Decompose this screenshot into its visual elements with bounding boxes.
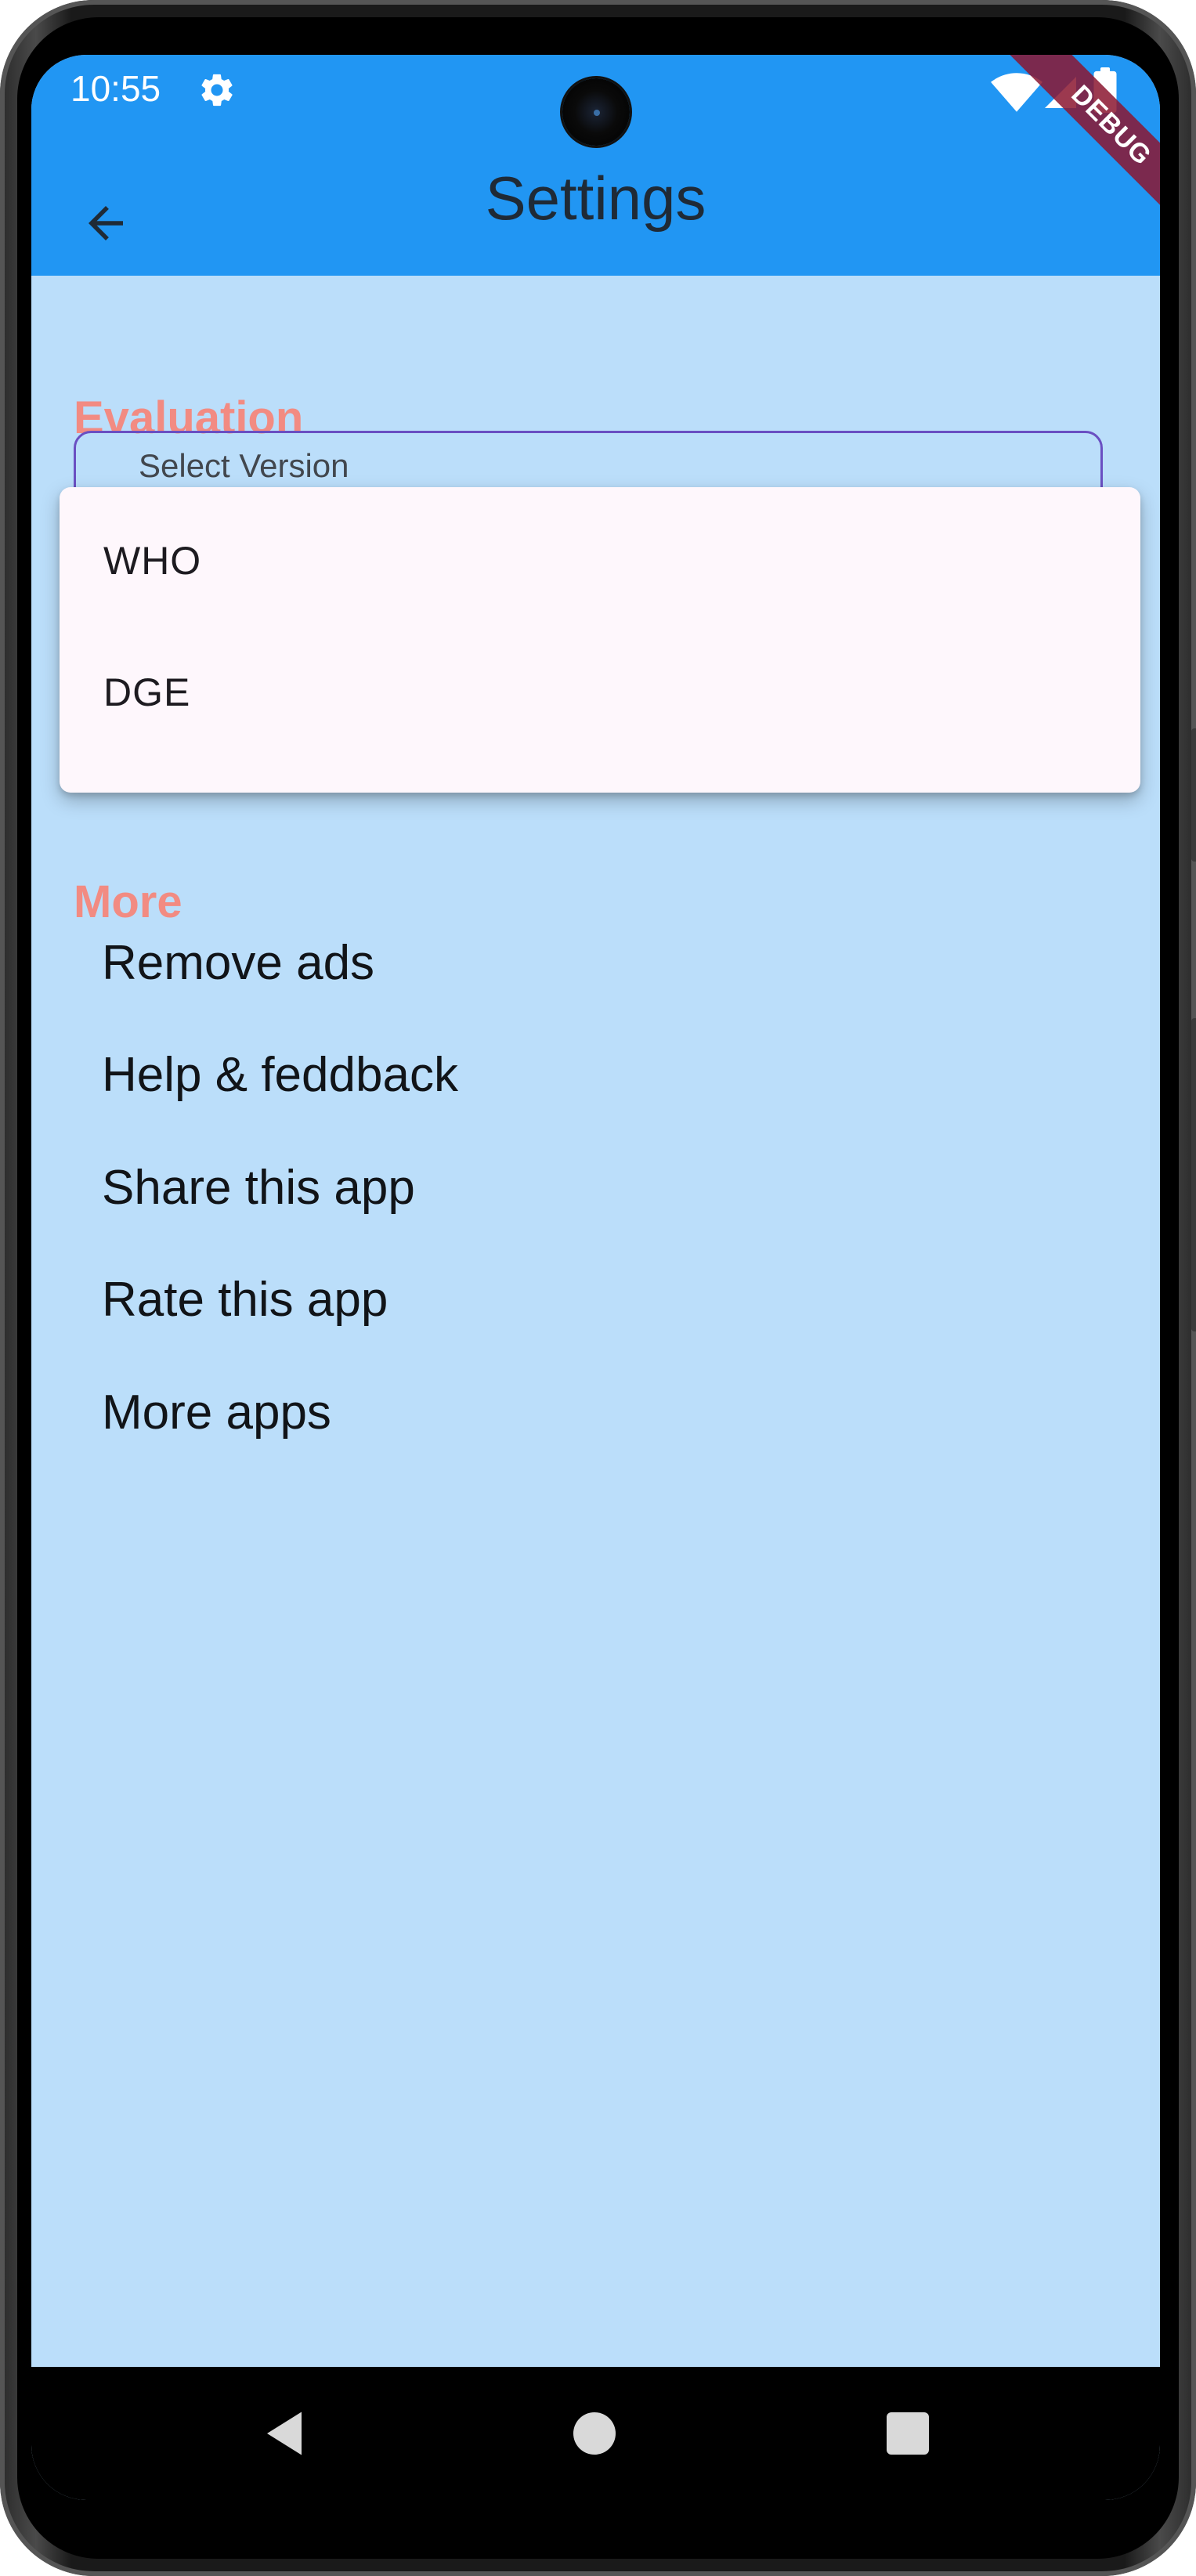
list-item-rate-app[interactable]: Rate this app	[102, 1261, 1042, 1339]
nav-home-icon[interactable]	[573, 2412, 616, 2455]
system-nav-bar	[31, 2367, 1160, 2500]
screen: 10:55 Settings DEBUG Evaluation Select V…	[31, 55, 1160, 2500]
menu-item-dge[interactable]: DGE	[60, 627, 1140, 758]
list-item-more-apps[interactable]: More apps	[102, 1374, 1042, 1452]
list-item-help-feedback[interactable]: Help & feddback	[102, 1036, 1042, 1115]
volume-button	[1191, 728, 1196, 862]
select-label: Select Version	[139, 447, 349, 484]
list-item-remove-ads[interactable]: Remove ads	[102, 924, 1042, 1003]
nav-back-icon[interactable]	[258, 2408, 310, 2459]
power-button	[1191, 1018, 1196, 1331]
app-bar: 10:55 Settings DEBUG	[31, 55, 1160, 276]
version-dropdown-menu: WHO DGE	[60, 487, 1140, 793]
page-title: Settings	[485, 164, 706, 233]
section-title-more: More	[74, 876, 182, 927]
nav-recents-icon[interactable]	[887, 2412, 929, 2455]
status-time: 10:55	[70, 68, 161, 109]
menu-item-who[interactable]: WHO	[60, 495, 1140, 627]
device-frame: 10:55 Settings DEBUG Evaluation Select V…	[0, 0, 1196, 2576]
list-item-share-app[interactable]: Share this app	[102, 1149, 1042, 1227]
front-camera	[562, 78, 630, 146]
gear-icon	[201, 74, 233, 107]
